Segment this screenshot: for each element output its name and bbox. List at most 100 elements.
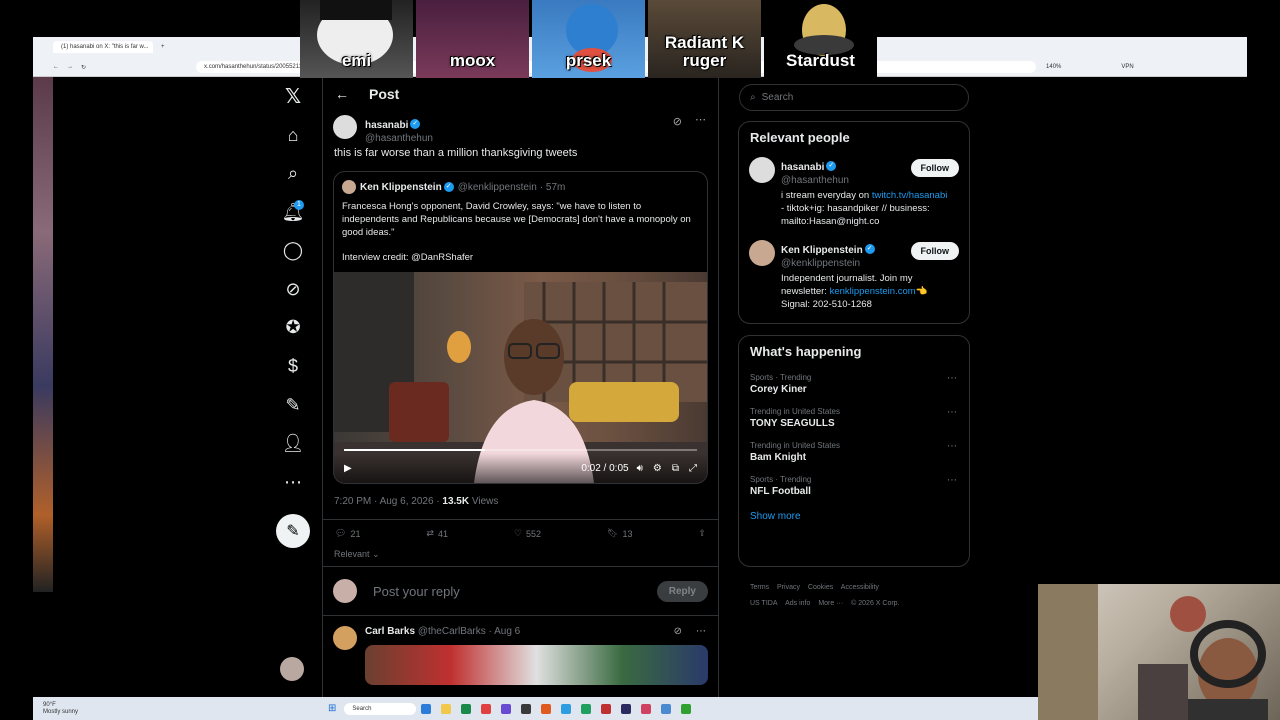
post-timestamp[interactable]: 7:20 PM · Aug 6, 2026 ·	[334, 496, 442, 507]
app-icon[interactable]	[681, 703, 692, 714]
grok-icon[interactable]: ⊘	[281, 277, 305, 301]
trend-item[interactable]: Trending in United States TONY SEAGULLS ⋯	[739, 401, 969, 435]
play-icon[interactable]: ▶	[344, 463, 352, 474]
footer-link[interactable]: More ···	[818, 600, 843, 607]
quoted-post[interactable]: Ken Klippenstein ✓ @kenklippenstein · 57…	[333, 171, 708, 484]
more-options-icon[interactable]: ⋯	[947, 441, 957, 452]
reload-icon[interactable]: ↻	[81, 64, 86, 71]
message-icon[interactable]: ◯	[281, 238, 305, 262]
more-options-icon[interactable]: ⋯	[695, 113, 706, 126]
grok-analyze-icon[interactable]: ⊘	[673, 115, 682, 128]
app-icon[interactable]	[561, 703, 572, 714]
search-input[interactable]: Search	[762, 92, 794, 103]
trend-item[interactable]: Sports · Trending NFL Football ⋯	[739, 469, 969, 503]
reply-author-name[interactable]: Carl Barks	[365, 626, 415, 637]
trend-category: Sports · Trending	[750, 475, 812, 484]
video-progress-bar[interactable]	[344, 449, 697, 451]
more-options-icon[interactable]: ⋯	[947, 407, 957, 418]
footer-link[interactable]: US TIDA	[750, 600, 778, 607]
back-arrow-icon[interactable]: ←	[335, 86, 349, 102]
new-tab-icon[interactable]: +	[161, 44, 165, 50]
settings-icon[interactable]: ⚙	[653, 463, 662, 474]
trend-item[interactable]: Sports · Trending Corey Kiner ⋯	[739, 367, 969, 401]
start-icon[interactable]: ⊞	[328, 703, 336, 714]
vpn-button[interactable]: VPN	[1121, 64, 1133, 70]
person-card[interactable]: hasanabi ✓ @hasanthehun i stream everyday…	[739, 153, 969, 236]
footer-link[interactable]: Cookies	[808, 584, 833, 591]
main-column: ← Post hasanabi ✓ @hasanthehun ⊘ ⋯ this i…	[322, 77, 719, 697]
app-icon[interactable]	[621, 703, 632, 714]
more-options-icon[interactable]: ⋯	[696, 626, 706, 637]
forward-nav-icon[interactable]: →	[67, 64, 73, 70]
app-icon[interactable]	[521, 703, 532, 714]
taskbar-search[interactable]: Search	[344, 702, 417, 715]
avatar[interactable]	[749, 240, 775, 266]
grok-analyze-icon[interactable]: ⊘	[674, 626, 682, 637]
avatar[interactable]	[333, 626, 357, 650]
follow-button[interactable]: Follow	[910, 242, 959, 260]
account-avatar[interactable]	[280, 657, 304, 681]
bio-link[interactable]: kenklippenstein.com	[830, 286, 916, 297]
lists-icon[interactable]: ✎	[281, 393, 305, 417]
person-name[interactable]: hasanabi	[781, 162, 824, 173]
money-icon[interactable]: $	[281, 354, 305, 378]
app-icon[interactable]	[501, 703, 512, 714]
app-icon[interactable]	[601, 703, 612, 714]
reply-item[interactable]: Carl Barks @theCarlBarks · Aug 6 ⊘ ⋯	[323, 616, 718, 695]
app-icon[interactable]	[581, 703, 592, 714]
avatar[interactable]	[333, 115, 357, 139]
app-icon[interactable]	[421, 703, 432, 714]
search-field[interactable]: ⌕ Search	[739, 84, 969, 111]
verified-icon[interactable]: ✪	[281, 315, 305, 339]
footer-link[interactable]: Terms	[750, 584, 769, 591]
show-more-link[interactable]: Show more	[739, 503, 969, 532]
app-icon[interactable]	[441, 703, 452, 714]
footer-link[interactable]: Ads info	[785, 600, 810, 607]
reply-input[interactable]: Post your reply	[373, 584, 657, 599]
footer-link[interactable]: Accessibility	[841, 584, 879, 591]
quote-credit: Interview credit: @DanRShafer	[342, 252, 474, 263]
more-icon[interactable]: ⋯	[281, 470, 305, 494]
x-logo-icon[interactable]: 𝕏	[281, 84, 305, 108]
app-icon[interactable]	[661, 703, 672, 714]
reply-media[interactable]	[365, 645, 708, 685]
back-nav-icon[interactable]: ←	[53, 64, 59, 70]
reply-sort[interactable]: Relevant ⌄	[323, 547, 718, 567]
video-player[interactable]: ▶ 0:02 / 0:05 🔊︎ ⚙ ⧉ ⤢	[334, 272, 707, 483]
app-icon[interactable]	[461, 703, 472, 714]
person-name[interactable]: Ken Klippenstein	[781, 245, 863, 256]
reply-button[interactable]: Reply	[656, 580, 708, 602]
footer-link[interactable]: Privacy	[777, 584, 800, 591]
more-options-icon[interactable]: ⋯	[947, 373, 957, 384]
avatar[interactable]	[749, 157, 775, 183]
share-icon[interactable]: ⇪	[698, 528, 706, 539]
follow-button[interactable]: Follow	[910, 159, 959, 177]
repost-action[interactable]: ⇄ 41	[426, 528, 448, 539]
like-action[interactable]: ♡ 552	[514, 528, 541, 539]
compose-button[interactable]: ✎	[276, 514, 310, 548]
volume-icon[interactable]: 🔊︎	[637, 463, 643, 474]
search-icon[interactable]: ⌕	[281, 161, 305, 185]
quote-author-name: Ken Klippenstein	[360, 181, 442, 193]
bio-link[interactable]: twitch.tv/hasanabi	[872, 190, 948, 201]
zoom-level[interactable]: 140%	[1046, 64, 1061, 70]
reply-action[interactable]: 💬︎ 21	[335, 528, 360, 539]
app-icon[interactable]	[481, 703, 492, 714]
profile-icon[interactable]: 👤︎	[281, 431, 305, 455]
weather-widget[interactable]: 90°F Mostly sunny	[43, 702, 78, 716]
chevron-down-icon: ⌄	[372, 549, 380, 559]
notification-badge: 1	[294, 200, 304, 210]
browser-tab[interactable]: (1) hasanabi on X: "this is far w...	[53, 41, 153, 53]
author-handle[interactable]: @hasanthehun	[365, 133, 433, 144]
bookmark-action[interactable]: 🔖︎ 13	[607, 528, 632, 539]
pip-icon[interactable]: ⧉	[672, 463, 679, 474]
trend-item[interactable]: Trending in United States Bam Knight ⋯	[739, 435, 969, 469]
app-icon[interactable]	[541, 703, 552, 714]
home-icon[interactable]: ⌂	[281, 123, 305, 147]
person-card[interactable]: Ken Klippenstein ✓ @kenklippenstein Indep…	[739, 236, 969, 319]
fullscreen-icon[interactable]: ⤢	[689, 463, 697, 474]
weather-desc: Mostly sunny	[43, 708, 79, 715]
app-icon[interactable]	[641, 703, 652, 714]
author-name[interactable]: hasanabi	[365, 120, 408, 131]
more-options-icon[interactable]: ⋯	[947, 475, 957, 486]
